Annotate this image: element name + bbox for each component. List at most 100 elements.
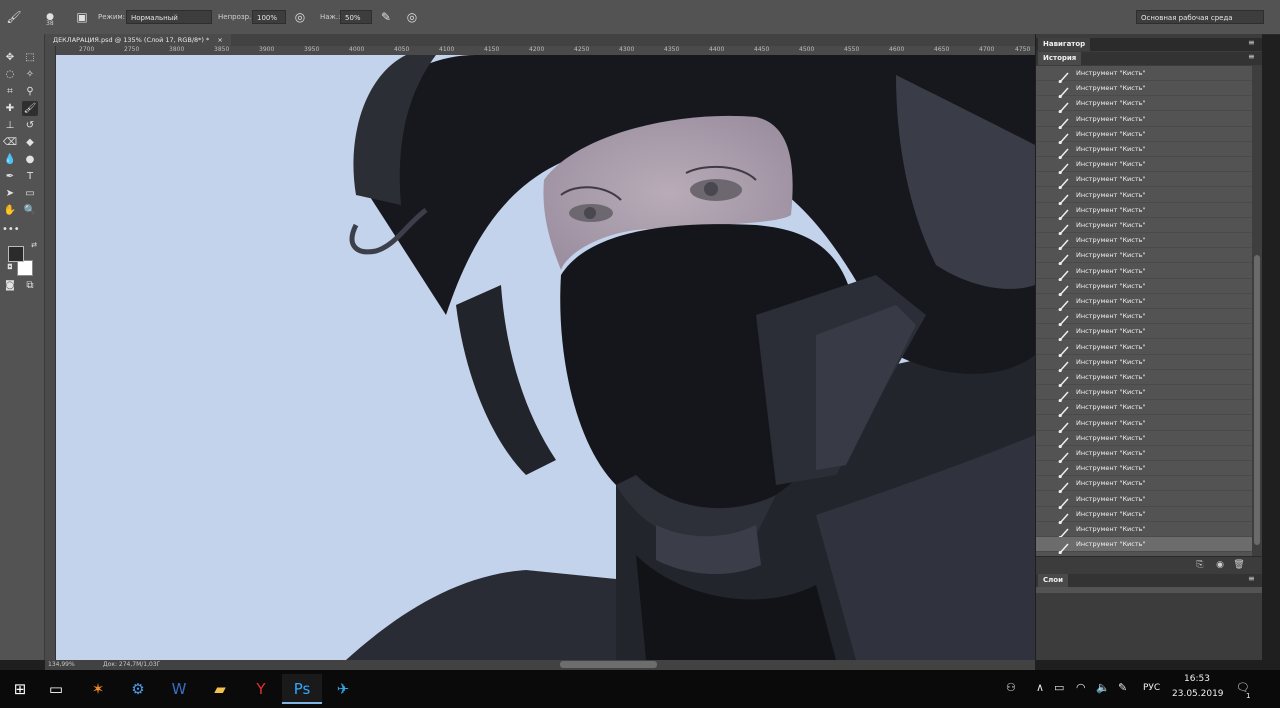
history-item[interactable]: Инструмент "Кисть" — [1036, 461, 1252, 479]
network-icon[interactable]: ◠ — [1076, 681, 1086, 694]
history-item[interactable]: Инструмент "Кисть" — [1036, 370, 1252, 388]
zoom-level[interactable]: 134,99% — [48, 661, 75, 668]
crop-tool-icon[interactable]: ⌗ — [2, 84, 18, 99]
document-tab[interactable]: ДЕКЛАРАЦИЯ.psd @ 135% (Слой 17, RGB/8*) … — [45, 34, 231, 46]
language-indicator[interactable]: РУС — [1143, 683, 1160, 693]
hand-tool-icon[interactable]: ✋ — [2, 203, 18, 218]
blur-tool-icon[interactable]: 💧 — [2, 152, 18, 167]
history-item[interactable]: Инструмент "Кисть" — [1036, 416, 1252, 433]
navigator-tab[interactable]: Навигатор — [1038, 38, 1091, 51]
history-menu-icon[interactable]: ≡ — [1248, 52, 1255, 61]
history-scrollbar-thumb[interactable] — [1254, 255, 1260, 545]
zoom-tool-icon[interactable]: 🔍 — [22, 203, 38, 218]
pressure-input[interactable]: 50% — [340, 10, 372, 24]
close-tab-icon[interactable]: × — [217, 36, 222, 44]
pen-tool-icon[interactable]: ✒ — [2, 169, 18, 184]
navigator-menu-icon[interactable]: ≡ — [1248, 38, 1255, 47]
brush-tool-button[interactable]: 🖌 — [22, 101, 38, 116]
history-item[interactable]: Инструмент "Кисть" — [1036, 66, 1252, 84]
new-document-from-state-icon[interactable]: ⎘ — [1194, 559, 1206, 571]
pressure-size-icon[interactable]: ◎ — [404, 9, 420, 25]
history-item[interactable]: Инструмент "Кисть" — [1036, 400, 1252, 418]
history-item[interactable]: Инструмент "Кисть" — [1036, 96, 1252, 114]
history-item[interactable]: Инструмент "Кисть" — [1036, 537, 1252, 555]
default-colors-icon[interactable]: ◘ — [2, 260, 18, 275]
dodge-tool-icon[interactable]: ● — [22, 152, 38, 167]
history-item[interactable]: Инструмент "Кисть" — [1036, 279, 1252, 296]
history-item[interactable]: Инструмент "Кисть" — [1036, 522, 1252, 540]
settings-gear-icon[interactable]: ⚙ — [118, 674, 158, 704]
tray-chevron-icon[interactable]: ∧ — [1036, 681, 1044, 694]
document-canvas[interactable] — [56, 55, 1035, 660]
file-explorer-icon[interactable]: ▰ — [200, 674, 240, 704]
history-item[interactable]: Инструмент "Кисть" — [1036, 294, 1252, 312]
history-item[interactable]: Инструмент "Кисть" — [1036, 233, 1252, 251]
volume-icon[interactable]: 🔈 — [1096, 681, 1110, 694]
history-item[interactable]: Инструмент "Кисть" — [1036, 431, 1252, 448]
history-brush-tool-icon[interactable]: ↺ — [22, 118, 38, 133]
battery-icon[interactable]: ▭ — [1054, 681, 1064, 694]
pressure-opacity-icon[interactable]: ◎ — [292, 9, 308, 25]
history-item[interactable]: Инструмент "Кисть" — [1036, 324, 1252, 342]
brush-settings-icon[interactable]: ▣ — [74, 9, 90, 25]
clock-date[interactable]: 23.05.2019 — [1172, 689, 1224, 699]
task-view-icon[interactable]: ▭ — [36, 674, 76, 704]
rectangle-tool-icon[interactable]: ▭ — [22, 186, 38, 201]
history-item[interactable]: Инструмент "Кисть" — [1036, 446, 1252, 464]
magic-wand-tool-icon[interactable]: ✧ — [22, 67, 38, 82]
windows-start-icon[interactable]: ⊞ — [0, 674, 40, 704]
background-color-swatch[interactable] — [17, 260, 33, 276]
history-item[interactable]: Инструмент "Кисть" — [1036, 355, 1252, 372]
horizontal-scrollbar-thumb[interactable] — [560, 661, 657, 668]
paint-bucket-tool-icon[interactable]: ◆ — [22, 135, 38, 150]
history-item[interactable]: Инструмент "Кисть" — [1036, 248, 1252, 266]
telegram-icon[interactable]: ✈ — [323, 674, 363, 704]
history-item[interactable]: Инструмент "Кисть" — [1036, 127, 1252, 144]
path-selection-tool-icon[interactable]: ➤ — [2, 186, 18, 201]
history-item[interactable]: Инструмент "Кисть" — [1036, 188, 1252, 205]
history-item[interactable]: Инструмент "Кисть" — [1036, 172, 1252, 190]
photoshop-icon[interactable]: Ps — [282, 674, 322, 704]
avast-icon[interactable]: ✶ — [78, 674, 118, 704]
more-tools-icon[interactable]: ••• — [2, 222, 20, 237]
history-item[interactable]: Инструмент "Кисть" — [1036, 264, 1252, 281]
history-tab[interactable]: История — [1038, 52, 1082, 65]
lasso-tool-icon[interactable]: ◌ — [2, 67, 18, 82]
history-item[interactable]: Инструмент "Кисть" — [1036, 492, 1252, 509]
history-item[interactable]: Инструмент "Кисть" — [1036, 218, 1252, 236]
document-size[interactable]: Док: 274,7M/1,03Г — [103, 661, 160, 668]
history-item[interactable]: Инструмент "Кисть" — [1036, 112, 1252, 129]
word-icon[interactable]: W — [159, 674, 199, 704]
history-item[interactable]: Инструмент "Кисть" — [1036, 157, 1252, 175]
swap-colors-icon[interactable]: ⇄ — [26, 238, 42, 253]
pen-workspace-icon[interactable]: ✎ — [1118, 681, 1127, 694]
eraser-tool-icon[interactable]: ⌫ — [2, 135, 18, 150]
history-item[interactable]: Инструмент "Кисть" — [1036, 203, 1252, 220]
history-item[interactable]: Инструмент "Кисть" — [1036, 309, 1252, 327]
type-tool-icon[interactable]: T — [22, 169, 38, 184]
snapshot-icon[interactable]: ◉ — [1214, 559, 1226, 571]
history-item[interactable]: Инструмент "Кисть" — [1036, 507, 1252, 524]
airbrush-icon[interactable]: ✎ — [378, 9, 394, 25]
eyedropper-tool-icon[interactable]: ⚲ — [22, 84, 38, 99]
history-item[interactable]: Инструмент "Кисть" — [1036, 476, 1252, 494]
history-item[interactable]: Инструмент "Кисть" — [1036, 81, 1252, 99]
move-tool-icon[interactable]: ✥ — [2, 50, 18, 65]
yandex-browser-icon[interactable]: Y — [241, 674, 281, 704]
workspace-select[interactable]: Основная рабочая среда — [1136, 10, 1264, 24]
history-item[interactable]: Инструмент "Кисть" — [1036, 142, 1252, 160]
people-icon[interactable]: ⚇ — [1006, 681, 1016, 694]
layers-tab[interactable]: Слои — [1038, 574, 1068, 587]
layers-menu-icon[interactable]: ≡ — [1248, 574, 1255, 583]
history-item[interactable]: Инструмент "Кисть" — [1036, 340, 1252, 357]
delete-state-icon[interactable]: 🗑 — [1233, 559, 1245, 571]
clock-time[interactable]: 16:53 — [1184, 674, 1210, 684]
marquee-tool-icon[interactable]: ⬚ — [22, 50, 38, 65]
screen-mode-icon[interactable]: ⧉ — [22, 278, 38, 293]
mode-select[interactable]: Нормальный — [126, 10, 212, 24]
healing-brush-tool-icon[interactable]: ✚ — [2, 101, 18, 116]
opacity-input[interactable]: 100% — [252, 10, 286, 24]
history-item[interactable]: Инструмент "Кисть" — [1036, 385, 1252, 403]
clone-stamp-tool-icon[interactable]: ⊥ — [2, 118, 18, 133]
brush-tool-icon[interactable]: 🖌 — [6, 9, 22, 25]
